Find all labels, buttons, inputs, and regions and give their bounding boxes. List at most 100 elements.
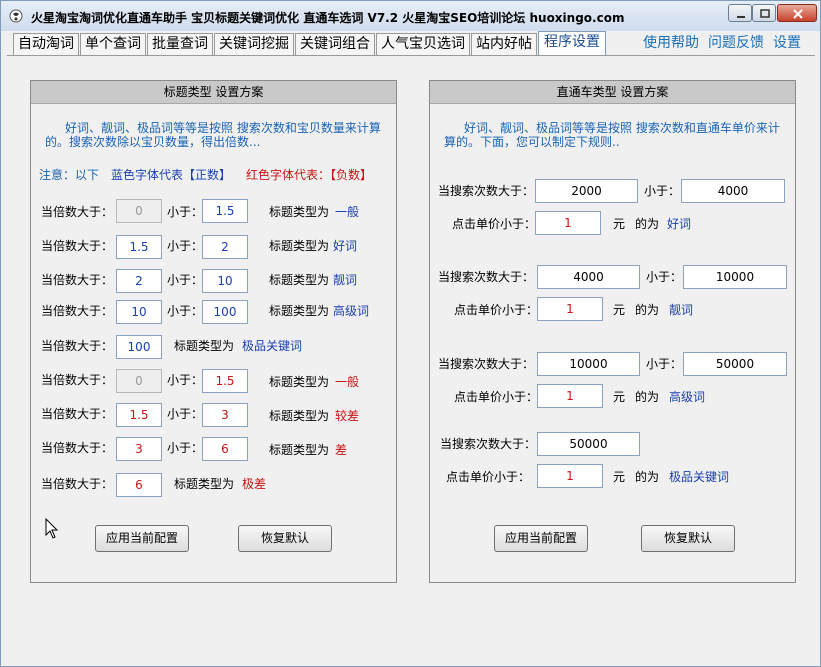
- tab-keyword-mining[interactable]: 关键词挖掘: [214, 33, 294, 55]
- lt-label: 小于：: [167, 205, 204, 219]
- unit-label: 元: [613, 303, 626, 317]
- title-type-panel: 标题类型 设置方案 好词、靓词、极品词等等是按照 搜索次数和宝贝数量来计算的。搜…: [30, 80, 397, 583]
- tab-keyword-combine[interactable]: 关键词组合: [295, 33, 375, 55]
- search-max-field[interactable]: 4000: [681, 179, 785, 203]
- max-multiple-field[interactable]: 1.5: [202, 199, 248, 223]
- tab-auto-keywords[interactable]: 自动淘词: [13, 33, 79, 55]
- price-lt-label: 点击单价小于：: [446, 470, 531, 484]
- settings-page: 标题类型 设置方案 好词、靓词、极品词等等是按照 搜索次数和宝贝数量来计算的。搜…: [7, 55, 815, 663]
- ztc-type-value: 好词: [667, 217, 692, 231]
- search-min-field[interactable]: 4000: [537, 265, 640, 289]
- gt-label: 当倍数大于：: [41, 239, 114, 253]
- feedback-link[interactable]: 问题反馈: [708, 33, 764, 53]
- maximize-button[interactable]: [752, 4, 776, 22]
- search-min-field[interactable]: 2000: [535, 179, 638, 203]
- note-prefix: 注意：以下: [39, 168, 100, 182]
- type-value: 较差: [335, 409, 360, 423]
- type-label: 标题类型为: [269, 375, 330, 389]
- type-label: 标题类型为: [269, 409, 330, 423]
- gt-label: 当倍数大于：: [41, 273, 114, 287]
- search-max-field[interactable]: 10000: [683, 265, 787, 289]
- note-blue-legend: 蓝色字体代表【正数】: [111, 168, 232, 182]
- min-multiple-field[interactable]: 2: [116, 269, 162, 293]
- type-label: 标题类型为: [269, 304, 330, 318]
- min-multiple-field[interactable]: 0: [116, 199, 162, 223]
- min-multiple-field[interactable]: 1.5: [116, 403, 162, 427]
- type-value: 高级词: [333, 304, 370, 318]
- maximize-icon: [760, 9, 770, 18]
- tab-popular-items[interactable]: 人气宝贝选词: [376, 33, 470, 55]
- min-multiple-field[interactable]: 1.5: [116, 235, 162, 259]
- unit-label: 元: [613, 390, 626, 404]
- price-lt-label: 点击单价小于：: [454, 303, 539, 317]
- type-label: 标题类型为: [269, 205, 330, 219]
- type-label: 标题类型为: [174, 477, 235, 491]
- as-label: 的为: [635, 390, 660, 404]
- type-value: 差: [335, 443, 348, 457]
- tab-single-query[interactable]: 单个查词: [80, 33, 146, 55]
- help-link[interactable]: 使用帮助: [643, 33, 699, 53]
- max-multiple-field[interactable]: 100: [202, 300, 248, 324]
- price-max-field[interactable]: 1: [537, 384, 603, 408]
- price-max-field[interactable]: 1: [537, 464, 603, 488]
- price-lt-label: 点击单价小于：: [454, 390, 539, 404]
- lt-label: 小于：: [167, 373, 204, 387]
- restore-default-button[interactable]: 恢复默认: [641, 525, 735, 552]
- type-label: 标题类型为: [269, 443, 330, 457]
- gt-label: 当倍数大于：: [41, 477, 114, 491]
- min-multiple-field[interactable]: 10: [116, 300, 162, 324]
- title-type-panel-header: 标题类型 设置方案: [31, 81, 396, 104]
- min-multiple-field[interactable]: 6: [116, 473, 162, 497]
- type-value: 极品关键词: [242, 339, 303, 353]
- min-multiple-field[interactable]: 0: [116, 369, 162, 393]
- price-max-field[interactable]: 1: [537, 297, 603, 321]
- search-max-field[interactable]: 50000: [683, 352, 787, 376]
- type-value: 好词: [333, 239, 358, 253]
- type-value: 一般: [335, 205, 360, 219]
- as-label: 的为: [635, 303, 660, 317]
- note-red-legend: 红色字体代表：【负数】: [246, 168, 373, 182]
- ztc-type-value: 高级词: [669, 390, 706, 404]
- tab-site-posts[interactable]: 站内好帖: [471, 33, 537, 55]
- max-multiple-field[interactable]: 6: [202, 437, 248, 461]
- lt-label: 小于：: [646, 357, 683, 371]
- min-multiple-field[interactable]: 100: [116, 335, 162, 359]
- ztc-type-panel-header: 直通车类型 设置方案: [430, 81, 795, 104]
- lt-label: 小于：: [646, 270, 683, 284]
- price-lt-label: 点击单价小于：: [452, 217, 537, 231]
- gt-label: 当倍数大于：: [41, 373, 114, 387]
- type-label: 标题类型为: [269, 273, 330, 287]
- gt-label: 当倍数大于：: [41, 339, 114, 353]
- lt-label: 小于：: [167, 407, 204, 421]
- minimize-button[interactable]: [728, 4, 752, 22]
- restore-default-button[interactable]: 恢复默认: [238, 525, 332, 552]
- app-window: 火星淘宝淘词优化直通车助手 宝贝标题关键词优化 直通车选词 V7.2 火星淘宝S…: [0, 0, 821, 667]
- search-min-field[interactable]: 10000: [537, 352, 640, 376]
- price-max-field[interactable]: 1: [535, 211, 601, 235]
- lt-label: 小于：: [644, 184, 681, 198]
- tab-program-settings[interactable]: 程序设置: [538, 31, 606, 55]
- as-label: 的为: [635, 217, 660, 231]
- type-label: 标题类型为: [269, 239, 330, 253]
- apply-config-button[interactable]: 应用当前配置: [494, 525, 588, 552]
- type-value: 靓词: [333, 273, 358, 287]
- gt-label: 当倍数大于：: [41, 304, 114, 318]
- settings-link[interactable]: 设置: [773, 33, 801, 53]
- max-multiple-field[interactable]: 2: [202, 235, 248, 259]
- search-min-field[interactable]: 50000: [537, 432, 640, 456]
- min-multiple-field[interactable]: 3: [116, 437, 162, 461]
- apply-config-button[interactable]: 应用当前配置: [95, 525, 189, 552]
- as-label: 的为: [635, 470, 660, 484]
- type-value: 一般: [335, 375, 360, 389]
- max-multiple-field[interactable]: 1.5: [202, 369, 248, 393]
- lt-label: 小于：: [167, 239, 204, 253]
- tab-batch-query[interactable]: 批量查词: [147, 33, 213, 55]
- unit-label: 元: [613, 470, 626, 484]
- max-multiple-field[interactable]: 10: [202, 269, 248, 293]
- lt-label: 小于：: [167, 273, 204, 287]
- close-button[interactable]: [777, 4, 817, 22]
- type-label: 标题类型为: [174, 339, 235, 353]
- max-multiple-field[interactable]: 3: [202, 403, 248, 427]
- title-bar[interactable]: 火星淘宝淘词优化直通车助手 宝贝标题关键词优化 直通车选词 V7.2 火星淘宝S…: [1, 1, 820, 31]
- ztc-type-panel: 直通车类型 设置方案 好词、靓词、极品词等等是按照 搜索次数和直通车单价来计算的…: [429, 80, 796, 583]
